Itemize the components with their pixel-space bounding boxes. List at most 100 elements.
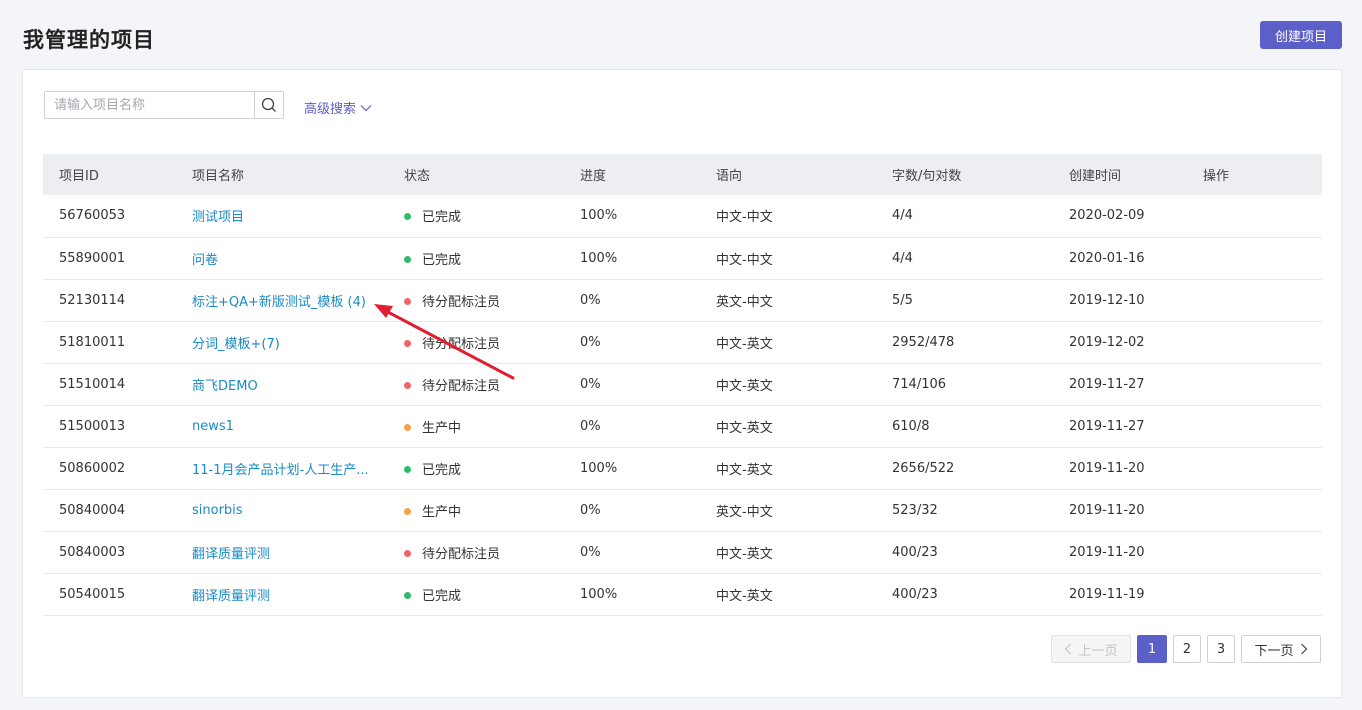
cell-count: 2656/522 (892, 460, 955, 476)
cell-progress: 0% (580, 544, 601, 560)
cell-count: 2952/478 (892, 334, 955, 350)
cell-created: 2019-11-20 (1069, 460, 1145, 476)
cell-status: 待分配标注员 (388, 279, 564, 321)
cell-direction: 英文-中文 (716, 504, 773, 520)
status-label: 待分配标注员 (422, 294, 501, 310)
project-name-link[interactable]: 分词_模板+(7) (192, 337, 280, 352)
cell-count: 400/23 (892, 586, 938, 602)
cell-id: 51500013 (59, 418, 126, 434)
status-label: 已完成 (422, 210, 462, 226)
next-page-label: 下一页 (1254, 643, 1294, 659)
project-name-link[interactable]: 问卷 (192, 253, 218, 268)
search-input[interactable] (45, 92, 254, 118)
cell-actions (1187, 405, 1322, 447)
table-row: 50540015 翻译质量评测 已完成 100% 中文-英文 400/23 2019-11-… (43, 573, 1322, 615)
cell-direction: 中文-英文 (716, 420, 773, 436)
col-header-direction: 语向 (716, 169, 743, 184)
cell-direction: 中文-英文 (716, 462, 773, 478)
cell-direction: 中文-英文 (716, 588, 773, 604)
cell-name: 问卷 (176, 237, 388, 279)
cell-actions (1187, 237, 1322, 279)
table-row: 51810011 分词_模板+(7) 待分配标注员 0% 中文-英文 2952/478 20… (43, 321, 1322, 363)
cell-progress: 100% (580, 586, 618, 602)
project-name-link[interactable]: 翻译质量评测 (192, 547, 270, 562)
status-dot-icon (404, 297, 411, 305)
cell-count: 4/4 (892, 250, 913, 266)
cell-name: news1 (176, 405, 388, 447)
status-dot-icon (404, 507, 411, 515)
cell-name: 分词_模板+(7) (176, 321, 388, 363)
chevron-left-icon (1065, 643, 1072, 655)
table-row: 51500013 news1 生产中 0% 中文-英文 610/8 2019-11-27 (43, 405, 1322, 447)
cell-status: 已完成 (388, 237, 564, 279)
advanced-search-label: 高级搜索 (304, 102, 357, 117)
page-button-3[interactable]: 3 (1207, 635, 1235, 663)
cell-direction: 英文-中文 (716, 294, 773, 310)
cell-name: 标注+QA+新版测试_模板 (4) (176, 279, 388, 321)
status-label: 待分配标注员 (422, 546, 501, 562)
status-label: 已完成 (422, 252, 462, 268)
status-dot-icon (404, 549, 411, 557)
cell-count: 714/106 (892, 376, 947, 392)
cell-name: 翻译质量评测 (176, 531, 388, 573)
cell-count: 4/4 (892, 208, 913, 224)
table-row: 56760053 测试项目 已完成 100% 中文-中文 4/4 2020-02-09 (43, 195, 1322, 237)
cell-progress: 0% (580, 418, 601, 434)
cell-name: 测试项目 (176, 195, 388, 237)
col-header-name: 项目名称 (192, 169, 245, 184)
cell-created: 2020-01-16 (1069, 250, 1145, 266)
project-name-link[interactable]: news1 (192, 419, 234, 434)
status-label: 待分配标注员 (422, 336, 501, 352)
cell-progress: 100% (580, 250, 618, 266)
project-name-link[interactable]: 11-1月会产品计划-人工生产... (192, 463, 369, 478)
pagination: 上一页 1 2 3 下一页 (1051, 635, 1321, 663)
status-label: 生产中 (422, 420, 462, 436)
cell-created: 2019-11-27 (1069, 376, 1145, 392)
cell-id: 50540015 (59, 586, 126, 602)
project-name-link[interactable]: 翻译质量评测 (192, 589, 270, 604)
cell-created: 2019-11-19 (1069, 586, 1145, 602)
cell-created: 2020-02-09 (1069, 208, 1145, 224)
project-table: 项目ID 项目名称 状态 进度 语向 字数/句对数 创建时间 操作 567600… (43, 154, 1322, 616)
cell-id: 50840003 (59, 544, 126, 560)
cell-created: 2019-11-20 (1069, 502, 1145, 518)
next-page-button[interactable]: 下一页 (1241, 635, 1321, 663)
cell-progress: 100% (580, 208, 618, 224)
cell-status: 待分配标注员 (388, 531, 564, 573)
cell-progress: 100% (580, 460, 618, 476)
project-name-link[interactable]: sinorbis (192, 503, 243, 518)
cell-count: 400/23 (892, 544, 938, 560)
search-button[interactable] (254, 92, 283, 118)
project-name-link[interactable]: 标注+QA+新版测试_模板 (4) (192, 295, 366, 310)
table-row: 50840004 sinorbis 生产中 0% 英文-中文 523/32 2019-11-… (43, 489, 1322, 531)
advanced-search-toggle[interactable]: 高级搜索 (304, 98, 372, 117)
col-header-count: 字数/句对数 (892, 169, 962, 184)
project-name-link[interactable]: 商飞DEMO (192, 379, 258, 394)
cell-id: 50840004 (59, 502, 126, 518)
page-button-1[interactable]: 1 (1137, 635, 1167, 663)
table-row: 50840003 翻译质量评测 待分配标注员 0% 中文-英文 400/23 2019-11… (43, 531, 1322, 573)
status-dot-icon (404, 381, 411, 389)
table-row: 51510014 商飞DEMO 待分配标注员 0% 中文-英文 714/106 2019-1… (43, 363, 1322, 405)
cell-count: 610/8 (892, 418, 930, 434)
cell-created: 2019-12-10 (1069, 292, 1145, 308)
cell-actions (1187, 573, 1322, 615)
search-icon (261, 97, 276, 112)
page-button-2[interactable]: 2 (1173, 635, 1201, 663)
cell-id: 52130114 (59, 292, 126, 308)
status-dot-icon (404, 465, 411, 473)
status-dot-icon (404, 255, 411, 263)
cell-actions (1187, 447, 1322, 489)
cell-progress: 0% (580, 292, 601, 308)
project-name-link[interactable]: 测试项目 (192, 210, 244, 225)
cell-actions (1187, 531, 1322, 573)
cell-id: 55890001 (59, 250, 126, 266)
cell-status: 已完成 (388, 573, 564, 615)
create-project-button[interactable]: 创建项目 (1260, 21, 1342, 49)
cell-created: 2019-12-02 (1069, 334, 1145, 350)
table-header-row: 项目ID 项目名称 状态 进度 语向 字数/句对数 创建时间 操作 (43, 154, 1322, 195)
cell-direction: 中文-英文 (716, 378, 773, 394)
cell-name: sinorbis (176, 489, 388, 531)
cell-actions (1187, 363, 1322, 405)
col-header-id: 项目ID (59, 169, 99, 184)
